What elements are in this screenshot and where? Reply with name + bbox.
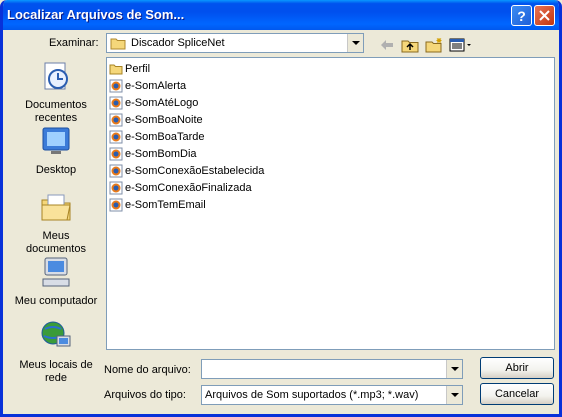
place-network[interactable]: Meus locais de rede [12,319,100,385]
file-name: e-SomConexãoFinalizada [125,181,252,194]
view-menu-icon [449,38,471,52]
folder-icon [110,38,126,50]
file-dialog-window: Localizar Arquivos de Som... ? Examinar:… [0,0,562,417]
help-button[interactable]: ? [511,5,532,26]
place-my-computer[interactable]: Meu computador [12,255,100,308]
lookin-combo[interactable]: Discador SpliceNet [106,33,364,53]
filetype-dropdown-button[interactable] [446,386,462,404]
new-folder-button[interactable] [425,36,443,54]
file-name: e-SomBoaTarde [125,130,205,143]
chevron-down-icon [351,41,360,45]
my-documents-icon [41,194,71,221]
up-folder-button[interactable] [401,36,419,54]
my-computer-icon [42,257,70,287]
list-item[interactable]: Perfil [109,60,150,77]
chevron-down-icon [450,393,459,397]
place-recent-documents[interactable]: Documentos recentes [12,59,100,125]
list-item[interactable]: e-SomConexãoEstabelecida [109,162,264,179]
place-desktop[interactable]: Desktop [12,124,100,177]
place-label: Desktop [35,164,77,176]
chevron-down-icon [450,367,459,371]
sound-file-icon [109,198,123,211]
places-bar: Documentos recentes Desktop Meus documen… [12,57,100,385]
filename-dropdown-button[interactable] [446,360,462,378]
place-label: Documentos recentes [25,99,87,124]
list-item[interactable]: e-SomTemEmail [109,196,206,213]
back-arrow-icon [381,40,393,50]
list-item[interactable]: e-SomAlerta [109,77,186,94]
file-name: e-SomAlerta [125,79,187,92]
file-name: e-SomBomDia [125,147,197,160]
file-name: e-SomBoaNoite [125,113,203,126]
file-name: e-SomConexãoEstabelecida [125,164,265,177]
close-icon [539,10,550,21]
sound-file-icon [109,113,123,126]
filename-input[interactable] [201,359,463,379]
desktop-icon [42,127,70,154]
place-label: Meu computador [14,295,98,307]
close-button[interactable] [534,5,555,26]
lookin-value: Discador SpliceNet [131,37,225,49]
list-item[interactable]: e-SomBomDia [109,145,197,162]
filetype-select[interactable]: Arquivos de Som suportados (*.mp3; *.wav… [201,385,463,405]
view-menu-button[interactable] [449,36,473,54]
filename-label: Nome do arquivo: [104,364,191,376]
open-button[interactable]: Abrir [480,357,554,379]
sound-file-icon [109,96,123,109]
file-name: e-SomAtéLogo [125,96,199,109]
file-list[interactable]: Perfil e-SomAlerta e-SomAtéLogo e-SomBoa… [106,57,555,350]
place-label: Meus documentos [26,230,86,255]
window-title: Localizar Arquivos de Som... [7,7,185,22]
recent-documents-icon [44,62,68,90]
list-item[interactable]: e-SomConexãoFinalizada [109,179,252,196]
new-folder-icon [425,38,442,53]
list-item[interactable]: e-SomBoaNoite [109,111,203,128]
sound-file-icon [109,147,123,160]
up-folder-icon [401,40,419,53]
back-button[interactable] [378,36,396,54]
list-item[interactable]: e-SomBoaTarde [109,128,205,145]
filetype-label: Arquivos do tipo: [104,389,186,401]
help-icon: ? [517,7,526,24]
lookin-dropdown-button[interactable] [347,34,363,52]
file-name: Perfil [125,62,151,75]
network-places-icon [41,321,71,347]
sound-file-icon [109,164,123,177]
filetype-value: Arquivos de Som suportados (*.mp3; *.wav… [205,389,419,401]
list-item[interactable]: e-SomAtéLogo [109,94,198,111]
lookin-label: Examinar: [49,37,99,49]
file-name: e-SomTemEmail [125,198,206,211]
cancel-button[interactable]: Cancelar [480,383,554,405]
place-label: Meus locais de rede [19,359,93,384]
folder-icon [109,64,123,74]
sound-file-icon [109,79,123,92]
sound-file-icon [109,130,123,143]
title-bar[interactable]: Localizar Arquivos de Som... ? [3,0,559,30]
place-my-documents[interactable]: Meus documentos [12,190,100,256]
sound-file-icon [109,181,123,194]
